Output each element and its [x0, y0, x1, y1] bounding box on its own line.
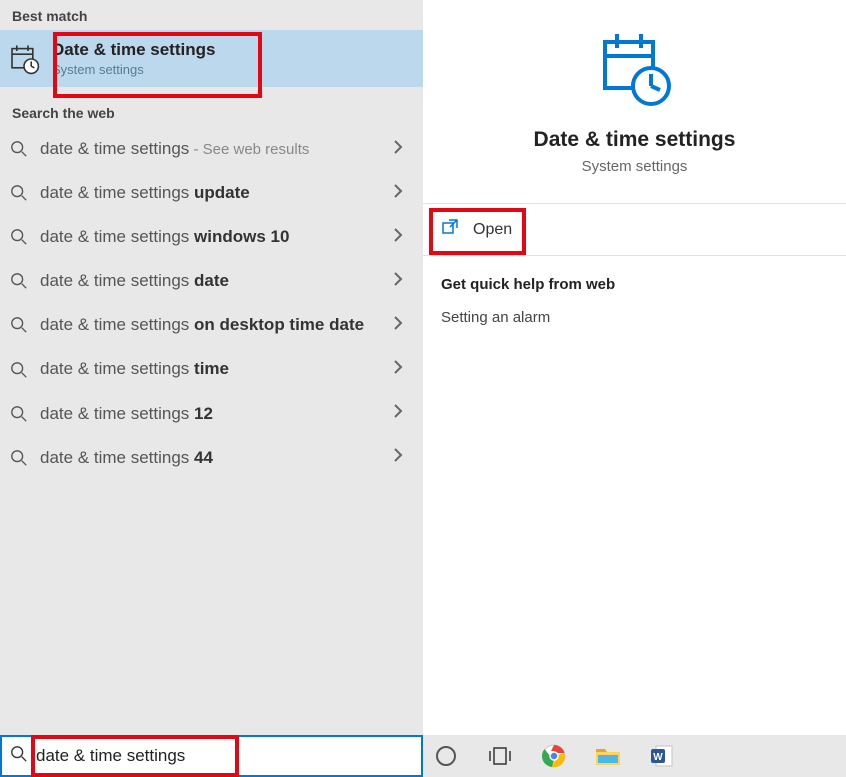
best-match-item[interactable]: Date & time settings System settings — [0, 30, 423, 87]
chevron-right-icon — [393, 184, 411, 203]
web-result-text: date & time settings date — [40, 270, 381, 292]
web-result-text: date & time settings 12 — [40, 403, 381, 425]
search-icon — [10, 228, 28, 246]
preview-panel: Date & time settings System settings Ope… — [423, 0, 846, 735]
web-result-item[interactable]: date & time settings time — [0, 347, 423, 391]
chevron-right-icon — [393, 448, 411, 467]
open-action-row: Open — [423, 204, 846, 256]
taskbar-search-box[interactable] — [0, 735, 423, 777]
search-results-panel: Best match Date & time settings System s… — [0, 0, 423, 735]
search-icon — [10, 184, 28, 202]
web-result-text: date & time settings update — [40, 182, 381, 204]
calendar-clock-icon — [6, 41, 42, 77]
open-button[interactable]: Open — [441, 218, 512, 241]
search-icon — [10, 361, 28, 379]
web-result-item[interactable]: date & time settings on desktop time dat… — [0, 303, 423, 347]
quick-help-header: Get quick help from web — [441, 276, 828, 293]
search-icon — [10, 405, 28, 423]
quick-help-section: Get quick help from web Setting an alarm — [423, 256, 846, 346]
web-result-item[interactable]: date & time settings 44 — [0, 436, 423, 480]
svg-text:W: W — [653, 752, 663, 763]
search-icon — [10, 449, 28, 467]
open-label: Open — [473, 221, 512, 239]
taskbar-tray: W — [423, 735, 846, 777]
web-result-text: date & time settings windows 10 — [40, 226, 381, 248]
open-external-icon — [441, 218, 459, 241]
web-result-item[interactable]: date & time settings date — [0, 259, 423, 303]
search-icon — [10, 316, 28, 334]
calendar-clock-icon — [595, 30, 675, 110]
task-view-icon[interactable] — [487, 743, 513, 769]
chevron-right-icon — [393, 140, 411, 159]
search-icon — [10, 140, 28, 158]
chevron-right-icon — [393, 272, 411, 291]
quick-help-item[interactable]: Setting an alarm — [441, 309, 828, 326]
web-result-item[interactable]: date & time settings update — [0, 171, 423, 215]
web-result-text: date & time settings time — [40, 358, 381, 380]
best-match-header: Best match — [0, 0, 423, 30]
taskbar: W — [0, 735, 846, 777]
web-result-item[interactable]: date & time settings - See web results — [0, 127, 423, 171]
web-result-text: date & time settings 44 — [40, 447, 381, 469]
web-results-list: date & time settings - See web results da… — [0, 127, 423, 480]
preview-subtitle: System settings — [582, 158, 688, 175]
chevron-right-icon — [393, 228, 411, 247]
chevron-right-icon — [393, 316, 411, 335]
best-match-subtitle: System settings — [52, 62, 215, 77]
word-icon[interactable]: W — [649, 743, 675, 769]
search-icon — [10, 272, 28, 290]
search-icon — [10, 745, 28, 768]
chrome-icon[interactable] — [541, 743, 567, 769]
preview-title: Date & time settings — [534, 128, 736, 152]
web-result-text: date & time settings on desktop time dat… — [40, 314, 381, 336]
web-result-item[interactable]: date & time settings windows 10 — [0, 215, 423, 259]
chevron-right-icon — [393, 404, 411, 423]
best-match-title: Date & time settings — [52, 40, 215, 60]
preview-hero: Date & time settings System settings — [423, 0, 846, 204]
file-explorer-icon[interactable] — [595, 743, 621, 769]
search-web-header: Search the web — [0, 97, 423, 127]
search-input[interactable] — [36, 746, 413, 766]
web-result-item[interactable]: date & time settings 12 — [0, 392, 423, 436]
cortana-icon[interactable] — [433, 743, 459, 769]
chevron-right-icon — [393, 360, 411, 379]
web-result-text: date & time settings - See web results — [40, 138, 381, 160]
